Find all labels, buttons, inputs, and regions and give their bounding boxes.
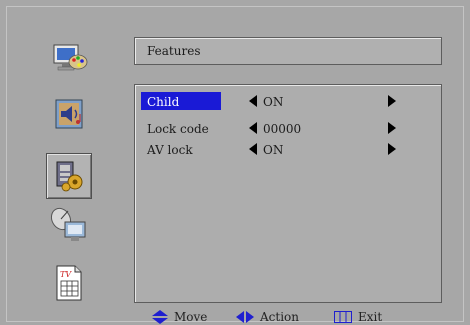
speaker-music-icon	[55, 99, 83, 129]
arrow-left-icon[interactable]	[249, 95, 257, 107]
setting-label: Lock code	[147, 122, 209, 136]
satellite-monitor-icon	[50, 207, 86, 241]
arrow-right-icon[interactable]	[388, 122, 396, 134]
arrow-left-icon[interactable]	[249, 122, 257, 134]
arrow-right-icon[interactable]	[388, 143, 396, 155]
setting-label: Child	[141, 92, 221, 110]
hint-action-label: Action	[260, 310, 299, 324]
settings-panel: Child ON Lock code 00000 AV lock ON	[134, 84, 442, 303]
setting-row-lock-code[interactable]: Lock code 00000	[141, 119, 431, 137]
desktop-paint-icon	[53, 44, 88, 71]
hint-action: Action	[236, 310, 299, 324]
sidebar-item-features[interactable]	[46, 153, 92, 199]
left-right-arrow-icon	[236, 311, 254, 323]
arrow-right-icon[interactable]	[388, 95, 396, 107]
arrow-left-icon[interactable]	[249, 143, 257, 155]
setting-row-av-lock[interactable]: AV lock ON	[141, 140, 431, 158]
sidebar-item-channel[interactable]	[45, 202, 93, 248]
setting-label: AV lock	[147, 143, 193, 157]
setting-value: ON	[263, 95, 284, 109]
hint-move: Move	[152, 310, 207, 324]
setting-value: ON	[263, 143, 284, 157]
tv-label: TV	[60, 270, 72, 279]
setting-value: 00000	[263, 122, 302, 136]
hint-move-label: Move	[174, 310, 208, 324]
sidebar-item-picture[interactable]	[45, 34, 93, 80]
setting-row-child[interactable]: Child ON	[141, 92, 431, 110]
sidebar-menu: TV	[40, 0, 130, 325]
tv-guide-icon: TV	[56, 265, 82, 301]
hint-exit-label: Exit	[358, 310, 383, 324]
hint-exit: Exit	[334, 310, 382, 324]
hint-bar: Move Action Exit	[150, 307, 450, 325]
sidebar-item-tv-guide[interactable]: TV	[45, 260, 93, 306]
menu-bars-icon	[334, 311, 352, 323]
panel-title: Features	[134, 37, 442, 65]
sidebar-item-sound[interactable]	[45, 91, 93, 137]
features-gear-icon	[56, 161, 83, 192]
up-down-arrow-icon	[152, 310, 168, 324]
